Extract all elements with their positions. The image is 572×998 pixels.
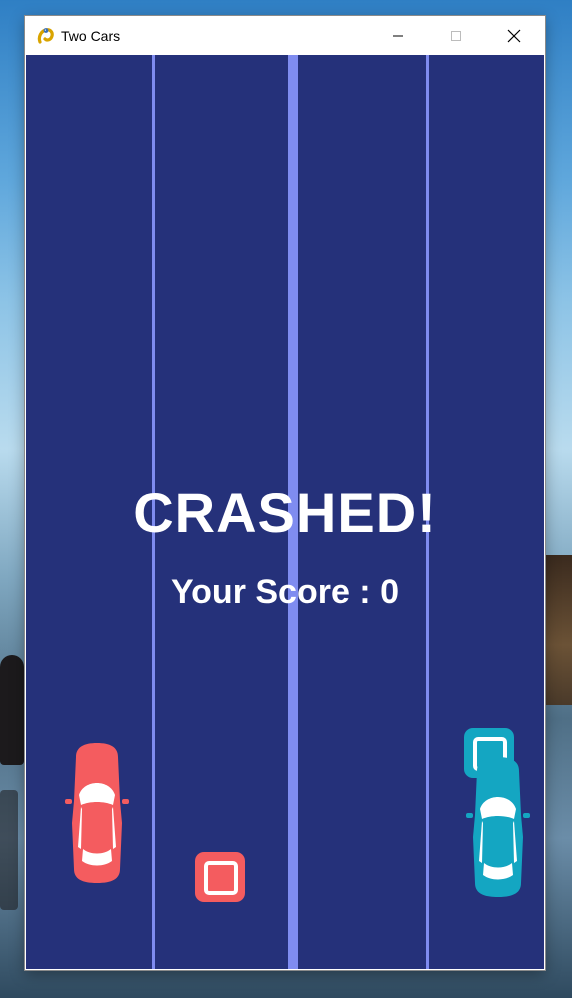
obstacle-square-icon: [204, 861, 238, 895]
title-bar[interactable]: Two Cars: [25, 16, 545, 55]
desktop-background-reflection: [0, 790, 18, 910]
desktop-background-cliff: [544, 555, 572, 705]
desktop-background-figure: [0, 655, 24, 765]
pygame-snake-icon: [37, 27, 55, 45]
close-button[interactable]: [491, 16, 537, 55]
maximize-button[interactable]: [433, 16, 479, 55]
game-canvas[interactable]: CRASHED! Your Score : 0: [26, 55, 544, 969]
blue-car: [466, 757, 530, 897]
close-icon: [507, 29, 521, 42]
maximize-icon: [451, 30, 461, 41]
crash-message: CRASHED!: [133, 481, 437, 544]
score-text: Your Score : 0: [171, 573, 399, 611]
game-window: Two Cars CRASHED! Your Score : 0: [25, 16, 545, 970]
minimize-button[interactable]: [375, 16, 421, 55]
red-obstacle: [195, 852, 245, 902]
window-title: Two Cars: [61, 27, 121, 44]
minimize-icon: [393, 35, 403, 36]
red-car: [65, 743, 129, 883]
